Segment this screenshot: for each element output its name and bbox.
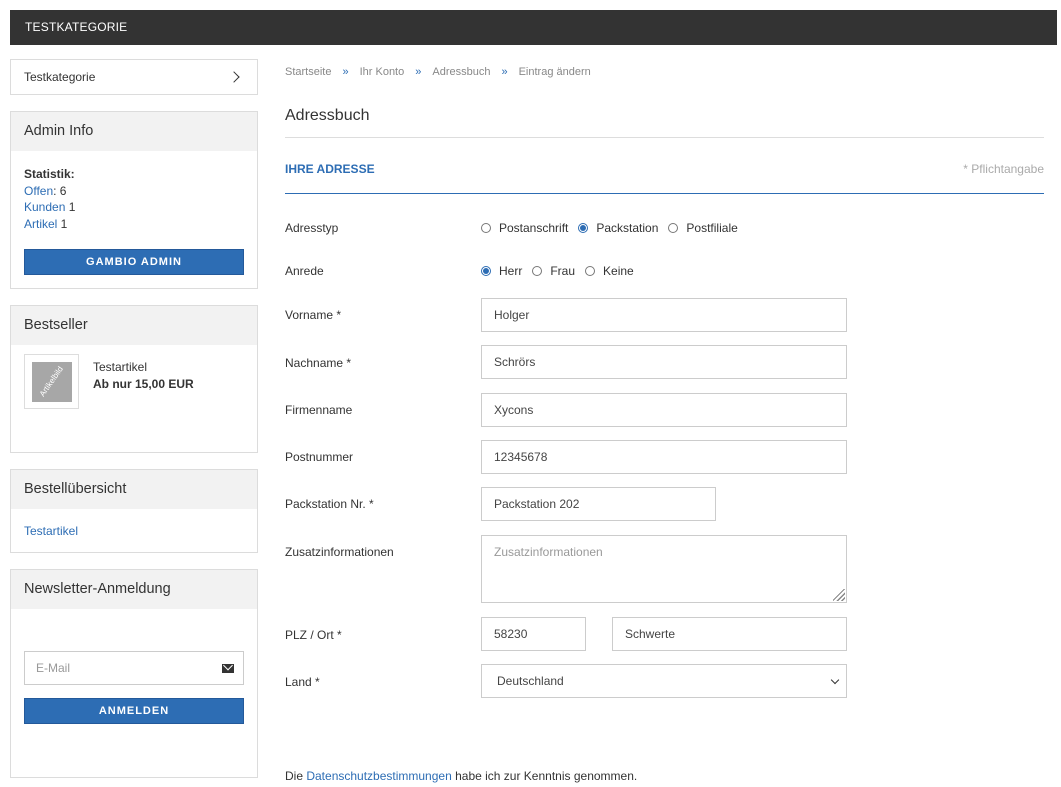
privacy-notice: Die Datenschutzbestimmungen habe ich zur… bbox=[285, 769, 638, 783]
packstation-label: Packstation Nr. * bbox=[285, 497, 374, 511]
postnummer-label: Postnummer bbox=[285, 450, 354, 464]
breadcrumb-ihr-konto[interactable]: Ihr Konto bbox=[360, 66, 405, 78]
breadcrumb-current: Eintrag ändern bbox=[518, 66, 591, 78]
plz-ort-label: PLZ / Ort * bbox=[285, 628, 342, 642]
zusatz-label: Zusatzinformationen bbox=[285, 545, 394, 559]
nachname-input[interactable]: Schrörs bbox=[481, 345, 847, 379]
order-item-link[interactable]: Testartikel bbox=[24, 524, 78, 538]
firmenname-label: Firmenname bbox=[285, 403, 353, 417]
radio-keine[interactable]: Keine bbox=[585, 264, 634, 278]
postnummer-input[interactable]: 12345678 bbox=[481, 440, 847, 474]
breadcrumb: Startseite » Ihr Konto » Adressbuch » Eintrag … bbox=[285, 59, 1044, 85]
radio-herr[interactable]: Herr bbox=[481, 264, 522, 278]
chevron-down-icon bbox=[830, 675, 840, 685]
newsletter-title: Newsletter-Anmeldung bbox=[11, 570, 257, 609]
newsletter-box: Newsletter-Anmeldung ANMELDEN bbox=[10, 569, 258, 778]
section-header: IHRE ADRESSE * Pflichtangabe bbox=[285, 162, 1044, 194]
breadcrumb-separator: » bbox=[501, 66, 508, 78]
envelope-icon bbox=[222, 663, 234, 673]
newsletter-email-wrapper bbox=[24, 651, 244, 685]
newsletter-email-input[interactable] bbox=[36, 661, 206, 675]
order-overview-box: Bestellübersicht Testartikel bbox=[10, 469, 258, 553]
page-title: Adressbuch bbox=[285, 107, 1044, 138]
anrede-radio-group: Herr Frau Keine bbox=[481, 264, 644, 278]
admin-info-title: Admin Info bbox=[11, 112, 257, 151]
ort-input[interactable]: Schwerte bbox=[612, 617, 847, 651]
newsletter-subscribe-button[interactable]: ANMELDEN bbox=[24, 698, 244, 724]
bestseller-box: Bestseller Artikelbild Testartikel Ab nu… bbox=[10, 305, 258, 453]
sidebar-category-testkategorie[interactable]: Testkategorie bbox=[10, 59, 258, 95]
breadcrumb-startseite[interactable]: Startseite bbox=[285, 66, 331, 78]
statistik-title: Statistik: bbox=[24, 167, 75, 181]
product-thumbnail[interactable]: Artikelbild bbox=[24, 354, 79, 409]
adresstyp-label: Adresstyp bbox=[285, 221, 339, 235]
main-content: Startseite » Ihr Konto » Adressbuch » Eintrag … bbox=[285, 59, 1044, 698]
land-selected-value: Deutschland bbox=[497, 674, 564, 688]
packstation-input[interactable]: Packstation 202 bbox=[481, 487, 716, 521]
artikel-link[interactable]: Artikel bbox=[24, 217, 57, 231]
plz-input[interactable]: 58230 bbox=[481, 617, 586, 651]
bestseller-item[interactable]: Artikelbild Testartikel Ab nur 15,00 EUR bbox=[11, 345, 257, 422]
required-note: * Pflichtangabe bbox=[963, 162, 1044, 176]
radio-postfiliale[interactable]: Postfiliale bbox=[668, 221, 738, 235]
resize-grip-icon[interactable] bbox=[833, 589, 845, 601]
radio-packstation[interactable]: Packstation bbox=[578, 221, 658, 235]
breadcrumb-adressbuch[interactable]: Adressbuch bbox=[432, 66, 490, 78]
offen-value: : 6 bbox=[53, 183, 67, 198]
order-overview-title: Bestellübersicht bbox=[11, 470, 257, 509]
gambio-admin-button[interactable]: GAMBIO ADMIN bbox=[24, 249, 244, 275]
vorname-label: Vorname * bbox=[285, 308, 342, 322]
category-label: Testkategorie bbox=[24, 70, 96, 84]
zusatz-placeholder: Zusatzinformationen bbox=[494, 545, 603, 559]
breadcrumb-separator: » bbox=[342, 66, 349, 78]
land-label: Land * bbox=[285, 675, 320, 689]
offen-link[interactable]: Offen bbox=[24, 184, 53, 198]
firmenname-input[interactable]: Xycons bbox=[481, 393, 847, 427]
adresstyp-radio-group: Postanschrift Packstation Postfiliale bbox=[481, 221, 748, 235]
chevron-right-icon bbox=[228, 71, 240, 83]
zusatz-textarea[interactable]: Zusatzinformationen bbox=[481, 535, 847, 603]
admin-info-box: Admin Info Statistik: Offen: 6 Kunden 1 … bbox=[10, 111, 258, 289]
nachname-label: Nachname * bbox=[285, 356, 352, 370]
radio-frau[interactable]: Frau bbox=[532, 264, 575, 278]
placeholder-image-icon: Artikelbild bbox=[31, 361, 72, 402]
category-topbar[interactable]: TESTKATEGORIE bbox=[10, 10, 1057, 45]
bestseller-product-name[interactable]: Testartikel bbox=[93, 359, 194, 376]
artikel-value: 1 bbox=[57, 216, 68, 231]
anrede-label: Anrede bbox=[285, 264, 324, 278]
bestseller-price: Ab nur 15,00 EUR bbox=[93, 377, 194, 391]
land-select[interactable]: Deutschland bbox=[481, 664, 847, 698]
radio-postanschrift[interactable]: Postanschrift bbox=[481, 221, 568, 235]
breadcrumb-separator: » bbox=[415, 66, 422, 78]
kunden-link[interactable]: Kunden bbox=[24, 200, 65, 214]
privacy-link[interactable]: Datenschutzbestimmungen bbox=[306, 769, 451, 783]
section-title: IHRE ADRESSE bbox=[285, 162, 375, 176]
vorname-input[interactable]: Holger bbox=[481, 298, 847, 332]
kunden-value: 1 bbox=[65, 200, 76, 214]
sidebar: Testkategorie Admin Info Statistik: Offe… bbox=[10, 59, 258, 778]
bestseller-title: Bestseller bbox=[11, 306, 257, 345]
